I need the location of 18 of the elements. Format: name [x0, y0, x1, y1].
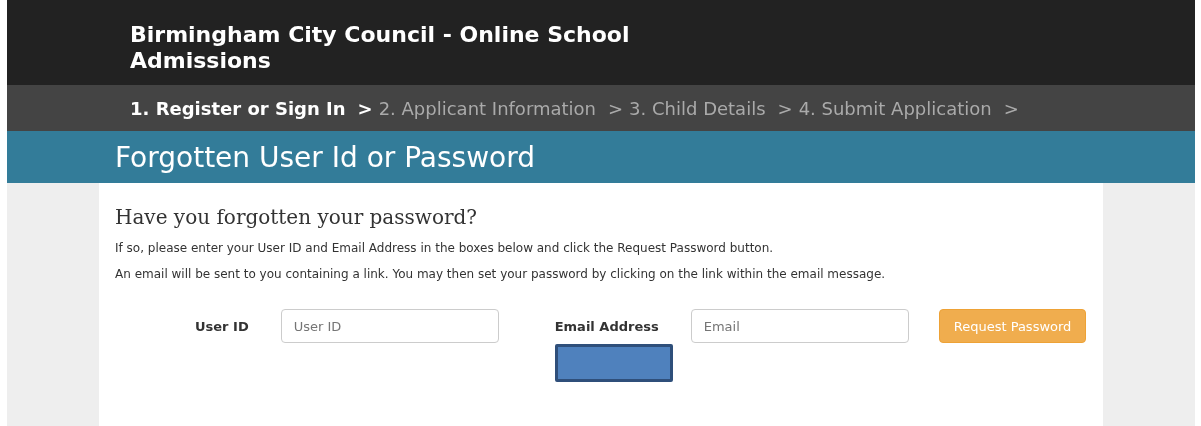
field-label: User ID: [195, 318, 249, 334]
step-label: 1. Register or Sign In: [130, 97, 346, 119]
step-label: 2. Applicant Information: [378, 97, 596, 119]
step-label: 3. Child Details: [629, 97, 766, 119]
step-separator: >: [357, 97, 373, 119]
site-title: Birmingham City Council - Online School Admissions: [130, 22, 631, 74]
step-label: 4. Submit Application: [798, 97, 992, 119]
step-separator: >: [1003, 97, 1019, 119]
step-separator: >: [608, 97, 624, 119]
request-password-button[interactable]: Request Password: [938, 309, 1087, 343]
instruction-text: If so, please enter your User ID and Email Address in the boxes below and click the Request Password button.: [115, 241, 775, 255]
field-label: Email Address: [554, 318, 659, 334]
instruction-text: An email will be sent to you containing a link. You may then set your password by clicking on the link within the email message.: [115, 267, 887, 281]
input-field[interactable]: Email: [690, 309, 909, 343]
section-heading: Have you forgotten your password?: [115, 205, 479, 229]
step-separator: >: [777, 97, 793, 119]
input-field[interactable]: User ID: [280, 309, 499, 343]
page-title: Forgotten User Id or Password: [115, 140, 535, 174]
